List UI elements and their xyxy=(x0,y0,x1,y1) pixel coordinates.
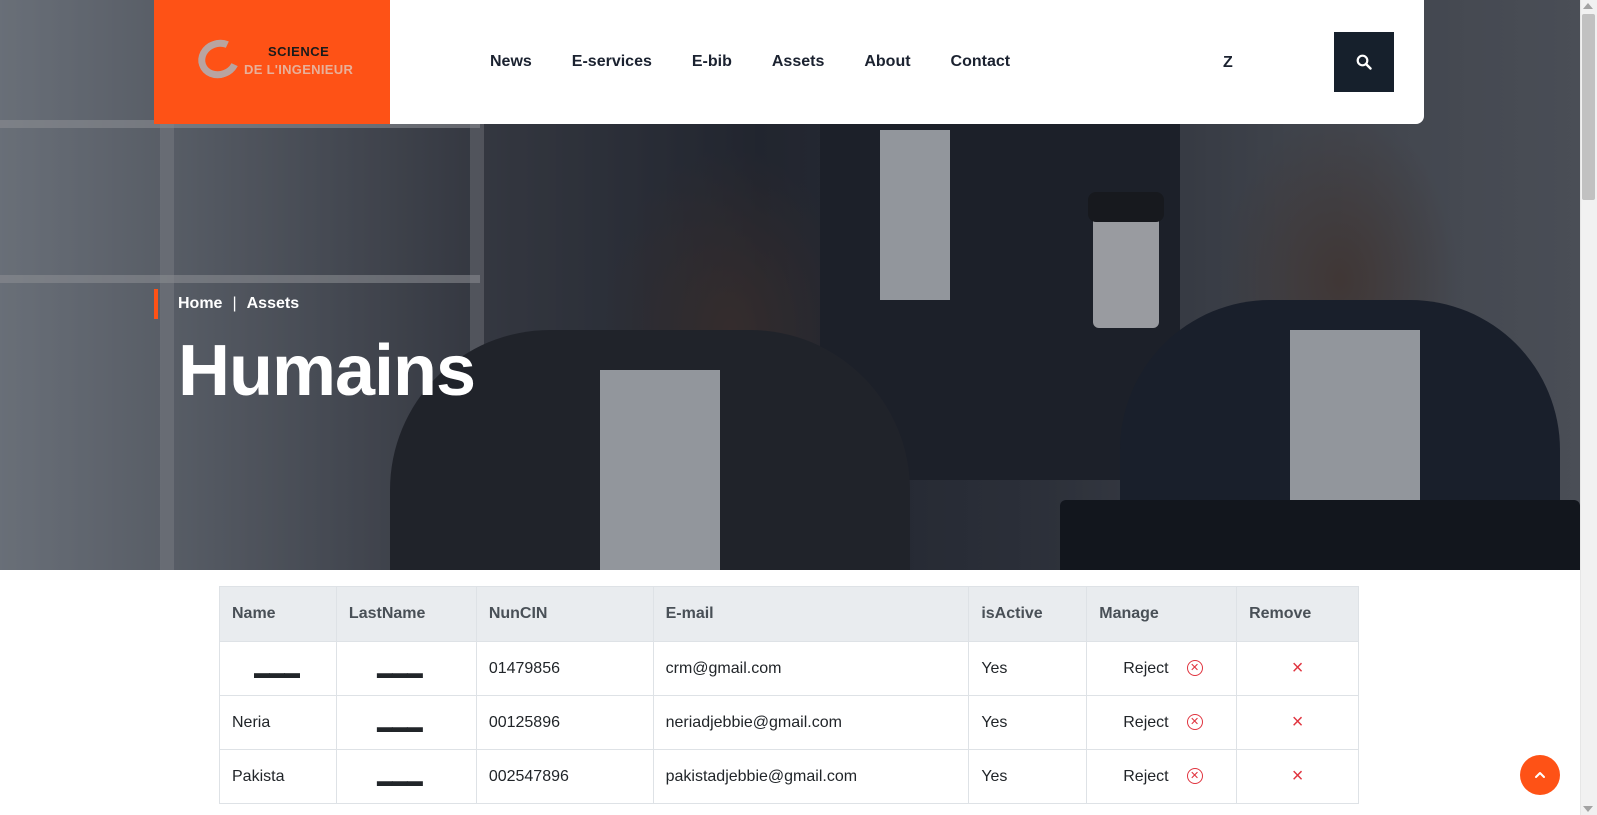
cell-name: Pakista xyxy=(219,749,337,804)
scroll-to-top-button[interactable] xyxy=(1520,755,1560,795)
breadcrumb-current: Assets xyxy=(246,295,300,312)
masked-lastname: ▬▬▬ xyxy=(376,772,423,790)
col-header-manage: Manage xyxy=(1086,586,1238,642)
cell-name: Neria xyxy=(219,695,337,750)
remove-x-icon[interactable]: × xyxy=(1292,711,1304,733)
remove-x-icon[interactable]: × xyxy=(1292,657,1304,679)
nav-assets[interactable]: Assets xyxy=(772,53,824,71)
col-header-remove: Remove xyxy=(1236,586,1359,642)
cell-email: crm@gmail.com xyxy=(652,641,970,696)
cell-isactive: Yes xyxy=(968,641,1088,696)
col-header-lastname: LastName xyxy=(335,586,477,642)
masked-lastname: ▬▬▬ xyxy=(376,664,423,682)
cell-email: neriadjebbie@gmail.com xyxy=(652,695,970,750)
site-header: SCIENCE DE L'INGENIEUR News E-services E… xyxy=(154,0,1424,124)
table-row: ▬▬▬ ▬▬▬ 01479856 crm@gmail.com Yes Rejec… xyxy=(219,641,1359,696)
nav-e-services[interactable]: E-services xyxy=(572,53,652,71)
breadcrumb-home[interactable]: Home xyxy=(178,295,222,313)
cell-lastname: ▬▬▬ xyxy=(335,749,477,804)
page-scrollbar[interactable] xyxy=(1580,0,1597,815)
cell-isactive: Yes xyxy=(968,695,1088,750)
reject-label[interactable]: Reject xyxy=(1123,714,1168,731)
cell-remove: × xyxy=(1236,695,1359,750)
breadcrumb-separator: | xyxy=(232,295,237,312)
chevron-up-icon xyxy=(1535,772,1545,778)
cell-remove: × xyxy=(1236,641,1359,696)
cell-lastname: ▬▬▬ xyxy=(335,695,477,750)
col-header-email: E-mail xyxy=(652,586,970,642)
reject-label[interactable]: Reject xyxy=(1123,768,1168,785)
table-header-row: Name LastName NunCIN E-mail isActive Man… xyxy=(219,586,1359,642)
cell-manage: Reject ✕ xyxy=(1086,695,1238,750)
table-row: Pakista ▬▬▬ 002547896 pakistadjebbie@gma… xyxy=(219,749,1359,804)
humans-table-container: Name LastName NunCIN E-mail isActive Man… xyxy=(219,586,1359,804)
nav-e-bib[interactable]: E-bib xyxy=(692,53,732,71)
logo-text-line1: SCIENCE xyxy=(268,44,330,59)
col-header-name: Name xyxy=(219,586,337,642)
main-nav: News E-services E-bib Assets About Conta… xyxy=(490,53,1010,71)
nav-news[interactable]: News xyxy=(490,53,532,71)
table-row: Neria ▬▬▬ 00125896 neriadjebbie@gmail.co… xyxy=(219,695,1359,750)
site-logo[interactable]: SCIENCE DE L'INGENIEUR xyxy=(154,0,390,124)
logo-text-line2: DE L'INGENIEUR xyxy=(244,62,354,77)
breadcrumb: Home | Assets xyxy=(154,289,299,319)
cell-manage: Reject ✕ xyxy=(1086,749,1238,804)
language-selector[interactable]: Z xyxy=(1223,54,1233,72)
reject-circle-icon[interactable]: ✕ xyxy=(1186,660,1203,677)
page-title: Humains xyxy=(178,331,476,411)
cell-name: ▬▬▬ xyxy=(219,641,337,696)
remove-x-icon[interactable]: × xyxy=(1292,765,1304,787)
scroll-down-icon[interactable] xyxy=(1583,806,1593,812)
reject-circle-icon[interactable]: ✕ xyxy=(1186,768,1203,785)
reject-label[interactable]: Reject xyxy=(1123,660,1168,677)
cell-isactive: Yes xyxy=(968,749,1088,804)
scroll-up-icon[interactable] xyxy=(1583,3,1593,9)
scrollbar-thumb[interactable] xyxy=(1582,14,1595,200)
cell-lastname: ▬▬▬ xyxy=(335,641,477,696)
cell-manage: Reject ✕ xyxy=(1086,641,1238,696)
cell-cin: 01479856 xyxy=(475,641,654,696)
masked-lastname: ▬▬▬ xyxy=(376,718,423,736)
reject-circle-icon[interactable]: ✕ xyxy=(1186,714,1203,731)
search-button[interactable] xyxy=(1334,32,1394,92)
logo-icon xyxy=(192,33,246,85)
cell-email: pakistadjebbie@gmail.com xyxy=(652,749,970,804)
cell-cin: 00125896 xyxy=(475,695,654,750)
nav-contact[interactable]: Contact xyxy=(951,53,1011,71)
search-icon xyxy=(1356,54,1372,70)
nav-about[interactable]: About xyxy=(864,53,910,71)
cell-remove: × xyxy=(1236,749,1359,804)
col-header-cin: NunCIN xyxy=(475,586,654,642)
col-header-isactive: isActive xyxy=(968,586,1088,642)
humans-table: Name LastName NunCIN E-mail isActive Man… xyxy=(219,586,1359,804)
masked-name: ▬▬▬ xyxy=(254,664,300,682)
cell-cin: 002547896 xyxy=(475,749,654,804)
